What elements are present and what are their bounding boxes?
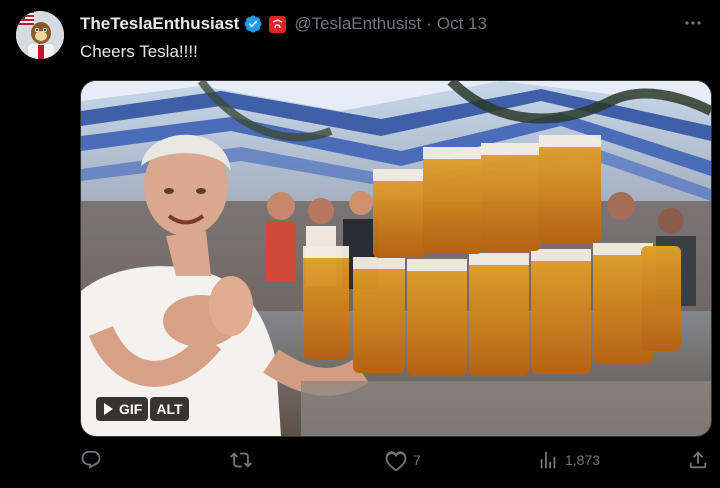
- tweet-text: Cheers Tesla!!!!: [80, 42, 198, 61]
- reply-icon: [81, 450, 101, 469]
- handle[interactable]: @TeslaEnthusist: [294, 14, 421, 34]
- retweet-button[interactable]: [230, 449, 258, 471]
- affiliate-badge-icon[interactable]: [269, 15, 287, 33]
- media-image: [81, 81, 711, 436]
- separator-dot: ·: [426, 14, 432, 33]
- alt-label: ALT: [156, 401, 183, 417]
- views-icon: [540, 451, 556, 469]
- views-button[interactable]: 1,873: [537, 449, 600, 471]
- avatar-image: [16, 11, 64, 59]
- reply-button[interactable]: [80, 449, 108, 471]
- view-count: 1,873: [565, 452, 601, 468]
- retweet-icon: [230, 452, 252, 468]
- more-icon[interactable]: [680, 10, 706, 36]
- like-button[interactable]: 7: [385, 449, 421, 471]
- tweet-header: TheTeslaEnthusiast @TeslaEnthusist · Oct…: [80, 13, 487, 35]
- gif-label: GIF: [119, 401, 143, 417]
- tweet-actions: 7 1,873: [80, 449, 710, 477]
- gif-controls: GIF ALT: [96, 397, 189, 421]
- share-icon: [689, 451, 707, 469]
- tweet-date[interactable]: Oct 13: [437, 14, 487, 34]
- display-name[interactable]: TheTeslaEnthusiast: [80, 14, 239, 34]
- avatar[interactable]: [16, 11, 64, 59]
- verified-badge-icon[interactable]: [243, 14, 263, 34]
- alt-button[interactable]: ALT: [150, 397, 189, 421]
- like-count: 7: [413, 452, 421, 468]
- gif-play-button[interactable]: GIF: [96, 397, 149, 421]
- media-gif[interactable]: GIF ALT: [80, 80, 712, 437]
- share-button[interactable]: [687, 449, 709, 471]
- heart-icon: [385, 451, 407, 471]
- play-icon: [104, 403, 113, 415]
